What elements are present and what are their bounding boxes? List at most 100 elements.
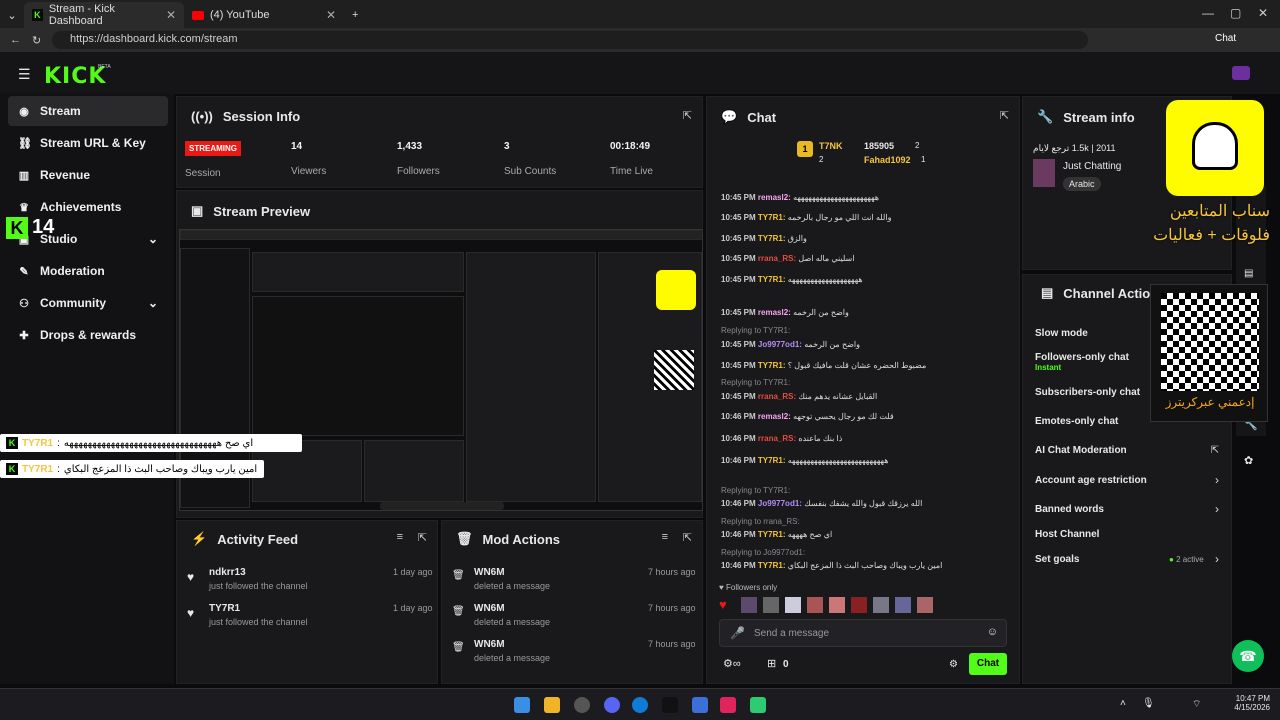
chat-input[interactable]: 🎤 Send a message ☺	[719, 619, 1007, 647]
wrench-icon: 🔧	[1037, 109, 1054, 124]
infinity-points-icon[interactable]: ⚙∞	[723, 657, 741, 670]
app-icon[interactable]	[750, 697, 766, 713]
panel-title: Chat	[747, 109, 777, 125]
support-headset-button[interactable]: ☎	[1232, 640, 1264, 672]
windows-start-icon[interactable]	[514, 697, 530, 713]
heart-icon: ♥	[187, 570, 195, 584]
gift-icon[interactable]: ⊞	[767, 657, 776, 670]
message-username[interactable]: TY7R1:	[758, 275, 786, 284]
message-username[interactable]: rrana_RS:	[758, 434, 796, 443]
action-ai-moderation[interactable]: AI Chat Moderation	[1035, 445, 1127, 456]
emote-icon[interactable]	[851, 597, 867, 613]
chevron-right-icon[interactable]: ›	[1215, 502, 1219, 516]
palette-icon[interactable]: ✿	[1244, 454, 1253, 467]
mic-icon[interactable]: 🎙	[1142, 698, 1155, 709]
emote-icon[interactable]	[741, 597, 757, 613]
reply-label: Replying to TY7R1:	[721, 486, 791, 495]
message-username[interactable]: TY7R1:	[758, 234, 786, 243]
notes-icon[interactable]: ▤	[1244, 268, 1253, 279]
chat-message: 10:46 PM Jo9977od1: الله يرزقك قبول والل…	[721, 499, 1001, 508]
hamburger-menu-icon[interactable]: ☰	[18, 66, 31, 83]
edge-icon[interactable]	[632, 697, 648, 713]
tiktok-icon[interactable]	[662, 697, 678, 713]
filter-icon[interactable]: ≡	[662, 531, 668, 543]
message-username[interactable]: Jo9977od1:	[758, 340, 802, 349]
action-banned-words[interactable]: Banned words	[1035, 504, 1104, 515]
discord-icon[interactable]	[604, 697, 620, 713]
action-label: Slow mode	[1035, 328, 1088, 339]
close-window-icon[interactable]: ✕	[1258, 6, 1268, 20]
message-username[interactable]: remasl2:	[758, 193, 791, 202]
popout-icon[interactable]: ⇱	[1000, 109, 1009, 122]
minimize-icon[interactable]: —	[1202, 6, 1214, 20]
emoji-icon[interactable]: ☺	[987, 626, 998, 638]
filter-icon[interactable]: ≡	[397, 531, 403, 543]
message-username[interactable]: TY7R1:	[758, 213, 786, 222]
youtube-favicon-icon	[192, 10, 204, 20]
action-host-channel[interactable]: Host Channel	[1035, 529, 1099, 540]
back-icon[interactable]: ←	[10, 34, 21, 46]
action-subscribers-only[interactable]: Subscribers-only chat	[1035, 387, 1140, 398]
emote-icon[interactable]	[873, 597, 889, 613]
copilot-chat-button[interactable]: Chat	[1215, 33, 1236, 44]
sidebar-item-stream[interactable]: ◉ Stream	[8, 96, 168, 126]
viewers-value: 14	[291, 141, 303, 152]
maximize-icon[interactable]: ▢	[1230, 6, 1241, 20]
tray-chevron-up-icon[interactable]: ˄	[1120, 698, 1126, 709]
sidebar-item-revenue[interactable]: ▥ Revenue	[8, 160, 168, 190]
tab-kick-dashboard[interactable]: K Stream - Kick Dashboard ✕	[24, 2, 184, 28]
send-chat-button[interactable]: Chat	[969, 653, 1007, 675]
reload-icon[interactable]: ↻	[32, 34, 41, 47]
heart-icon: ♥	[719, 583, 726, 592]
sidebar-item-stream-url-key[interactable]: ⛓ Stream URL & Key	[8, 128, 168, 158]
heart-emote-icon[interactable]: ♥	[719, 597, 735, 613]
message-username[interactable]: remasl2:	[758, 412, 791, 421]
close-tab-icon[interactable]: ✕	[166, 8, 176, 22]
clock[interactable]: 10:47 PM 4/15/2026	[1226, 694, 1270, 712]
action-account-age[interactable]: Account age restriction	[1035, 475, 1147, 486]
chevron-right-icon[interactable]: ›	[1215, 552, 1219, 566]
chrome-icon[interactable]	[574, 697, 590, 713]
popout-icon[interactable]: ⇱	[683, 109, 692, 122]
app-icon[interactable]	[692, 697, 708, 713]
wifi-icon[interactable]: ⌔	[1192, 698, 1201, 711]
chevron-right-icon[interactable]: ›	[1215, 473, 1219, 487]
external-link-icon[interactable]: ⇱	[1211, 445, 1219, 456]
sidebar-item-drops-rewards[interactable]: ✚ Drops & rewards	[8, 320, 168, 350]
message-username[interactable]: TY7R1:	[758, 361, 786, 370]
sidebar-item-moderation[interactable]: ✎ Moderation	[8, 256, 168, 286]
message-username[interactable]: rrana_RS:	[758, 254, 796, 263]
message-username[interactable]: rrana_RS:	[758, 392, 796, 401]
popout-icon[interactable]: ⇱	[418, 531, 427, 544]
tiktok-studio-icon[interactable]	[720, 697, 736, 713]
emote-icon[interactable]	[807, 597, 823, 613]
action-followers-only[interactable]: Followers-only chat Instant	[1035, 352, 1129, 372]
message-username[interactable]: TY7R1:	[758, 456, 786, 465]
action-emotes-only[interactable]: Emotes-only chat	[1035, 416, 1118, 427]
mic-icon[interactable]: 🎤	[730, 626, 745, 640]
close-tab-icon[interactable]: ✕	[326, 8, 336, 22]
message-username[interactable]: TY7R1:	[758, 530, 786, 539]
tab-youtube[interactable]: (4) YouTube ✕	[184, 2, 344, 28]
settings-gear-icon[interactable]: ⚙	[949, 659, 958, 670]
app-top-nav	[0, 52, 1280, 94]
emote-icon[interactable]	[917, 597, 933, 613]
message-username[interactable]: remasl2:	[758, 308, 791, 317]
sidebar-item-community[interactable]: ⚇ Community ⌄	[8, 288, 168, 318]
emote-icon[interactable]	[829, 597, 845, 613]
emote-icon[interactable]	[895, 597, 911, 613]
action-slow-mode[interactable]: Slow mode	[1035, 328, 1088, 339]
overlay-chat-line: K TY7R1: امين يارب ويباك وصاحب البث ذا ا…	[0, 460, 264, 478]
user-avatar[interactable]	[1232, 66, 1250, 80]
message-username[interactable]: TY7R1:	[758, 561, 786, 570]
url-field[interactable]: https://dashboard.kick.com/stream	[52, 31, 1088, 49]
new-tab-button[interactable]: +	[344, 2, 366, 28]
file-explorer-icon[interactable]	[544, 697, 560, 713]
message-username[interactable]: Jo9977od1:	[758, 499, 802, 508]
popout-icon[interactable]: ⇱	[683, 531, 692, 544]
tab-menu-chevron-icon[interactable]: ⌄	[0, 2, 24, 28]
action-set-goals[interactable]: Set goals	[1035, 554, 1079, 565]
emote-icon[interactable]	[763, 597, 779, 613]
snapcode-image	[1166, 100, 1264, 196]
emote-icon[interactable]	[785, 597, 801, 613]
